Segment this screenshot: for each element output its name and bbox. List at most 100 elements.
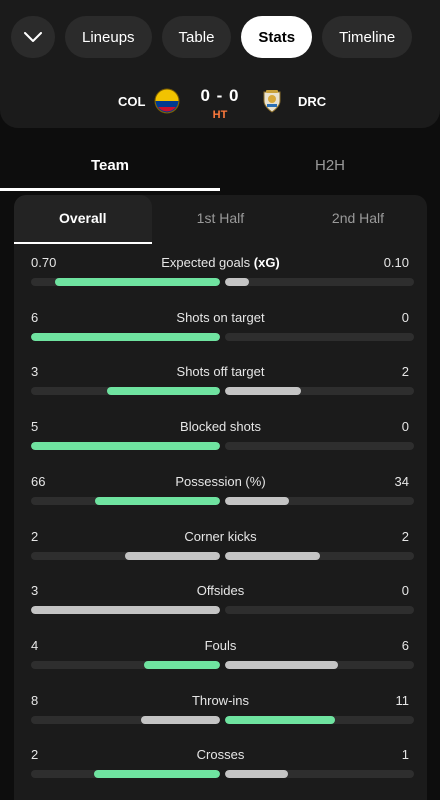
stats-nav: Lineups Table Stats Timeline: [11, 16, 413, 58]
home-bar-track: [31, 442, 220, 451]
main-tabs: Team H2H: [0, 144, 440, 191]
stat-row: 3 Shots off target 2: [14, 364, 427, 404]
match-status: HT: [212, 109, 228, 121]
stat-label-text: Crosses: [196, 747, 245, 763]
stat-label-text: Shots off target: [176, 364, 265, 380]
stat-away-value: 2: [401, 364, 409, 380]
stat-label: Blocked shots: [14, 419, 427, 434]
stat-row: 0.70 Expected goals (xG) 0.10: [14, 255, 427, 295]
away-bar-track: [225, 551, 414, 560]
stat-row: 8 Throw-ins 11: [14, 693, 427, 733]
stat-label-text: Offsides: [196, 583, 245, 599]
away-bar-track: [225, 606, 414, 615]
home-bar-track: [31, 387, 220, 396]
away-bar-fill: [225, 660, 338, 669]
period-tabs: Overall 1st Half 2nd Half: [14, 195, 427, 244]
chevron-down-icon: [24, 32, 42, 42]
tab-team[interactable]: Team: [0, 144, 220, 191]
scoreboard: COL 0 - 0 HT DRC: [0, 84, 440, 121]
away-bar-track: [225, 442, 414, 451]
home-bar-track: [31, 715, 220, 724]
away-bar-fill: [225, 715, 335, 724]
stat-label-text: Throw-ins: [191, 692, 250, 708]
away-bar-track: [225, 278, 414, 286]
stat-row: 4 Fouls 6: [14, 638, 427, 678]
stat-label-suffix: (xG): [253, 255, 280, 270]
stat-label-text: Shots on target: [176, 309, 265, 325]
stat-label-text: Corner kicks: [184, 528, 257, 544]
home-bar-fill: [107, 387, 220, 396]
stat-label-text: Expected goals: [161, 255, 251, 270]
away-bar-fill: [225, 496, 289, 505]
match-header: Lineups Table Stats Timeline COL 0 - 0 H…: [0, 0, 440, 128]
stat-row: 2 Corner kicks 2: [14, 529, 427, 569]
stat-away-value: 11: [395, 692, 410, 708]
stat-label: Throw-ins: [14, 693, 427, 708]
home-bar-fill: [31, 606, 220, 615]
away-bar-track: [225, 332, 414, 341]
drc-crest-icon: [263, 90, 281, 113]
home-bar-fill: [125, 551, 220, 560]
home-bar-fill: [94, 770, 220, 779]
stat-away-value: 0: [401, 309, 409, 325]
tab-first-half[interactable]: 1st Half: [152, 195, 290, 244]
collapse-button[interactable]: [11, 16, 55, 58]
active-period-indicator: [14, 242, 152, 244]
tab-h2h-label: H2H: [314, 157, 345, 174]
stat-label: Shots off target: [14, 364, 427, 379]
tab-lineups[interactable]: Lineups: [65, 16, 152, 58]
home-bar-fill: [95, 496, 220, 505]
stat-away-value: 0: [401, 419, 409, 435]
away-team-name: DRC: [298, 94, 327, 109]
stat-label: Fouls: [14, 638, 427, 653]
home-bar-track: [31, 278, 220, 286]
home-bar-fill: [31, 442, 220, 451]
home-bar-track: [31, 332, 220, 341]
stat-away-value: 0: [401, 583, 409, 599]
tab-h2h[interactable]: H2H: [220, 144, 440, 191]
tab-overall-label: Overall: [59, 210, 107, 226]
tab-second-half[interactable]: 2nd Half: [289, 195, 427, 244]
away-bar-fill: [225, 387, 301, 396]
away-bar-track: [225, 770, 414, 779]
away-bar-fill: [225, 551, 320, 560]
stat-label-text: Possession (%): [175, 473, 266, 489]
tab-team-label: Team: [90, 157, 130, 174]
home-bar-track: [31, 496, 220, 505]
stat-row: 2 Crosses 1: [14, 747, 427, 787]
stat-away-value: 6: [401, 637, 409, 653]
stat-row: 6 Shots on target 0: [14, 310, 427, 350]
home-bar-track: [31, 660, 220, 669]
tab-overall[interactable]: Overall: [14, 195, 152, 244]
stat-away-value: 1: [401, 747, 409, 763]
stat-row: 5 Blocked shots 0: [14, 419, 427, 459]
away-bar-track: [225, 660, 414, 669]
stat-label: Expected goals (xG): [14, 255, 427, 270]
tab-timeline[interactable]: Timeline: [322, 16, 413, 58]
away-bar-track: [225, 496, 414, 505]
stat-label: Corner kicks: [14, 529, 427, 544]
home-bar-fill: [141, 715, 220, 724]
home-bar-fill: [31, 332, 220, 341]
tab-table[interactable]: Table: [161, 16, 232, 58]
stat-row: 66 Possession (%) 34: [14, 474, 427, 514]
match-score: 0 - 0: [200, 86, 240, 105]
away-bar-fill: [225, 770, 288, 779]
away-bar-track: [225, 387, 414, 396]
away-bar-fill: [225, 278, 249, 286]
stat-label: Possession (%): [14, 474, 427, 489]
stat-label: Shots on target: [14, 310, 427, 325]
stat-label-text: Fouls: [204, 637, 237, 653]
stat-away-value: 34: [394, 473, 409, 489]
home-bar-fill: [144, 660, 220, 669]
home-bar-track: [31, 770, 220, 779]
tab-stats[interactable]: Stats: [241, 16, 313, 58]
stat-label: Offsides: [14, 583, 427, 598]
home-bar-fill: [55, 278, 220, 286]
home-bar-track: [31, 551, 220, 560]
stats-panel: Overall 1st Half 2nd Half 0.70 Expected g…: [14, 195, 427, 800]
active-tab-indicator: [0, 188, 220, 191]
home-bar-track: [31, 606, 220, 615]
stat-away-value: 2: [401, 528, 409, 544]
stat-row: 3 Offsides 0: [14, 583, 427, 623]
